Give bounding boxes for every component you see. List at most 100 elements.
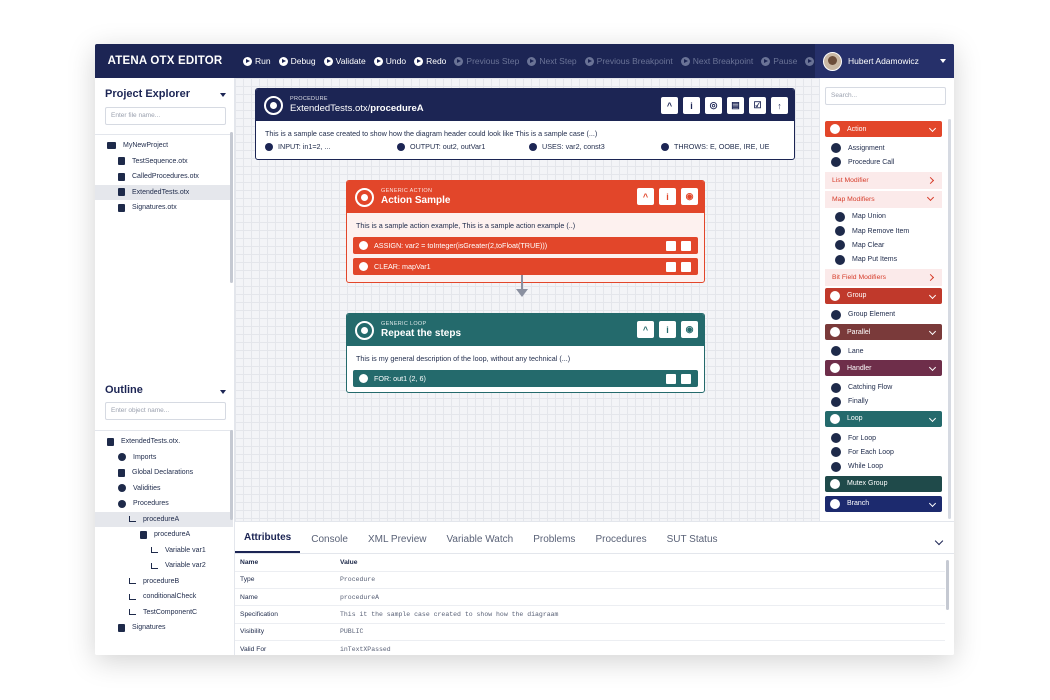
attribute-value[interactable]: inTextXPassed <box>335 640 945 655</box>
debug-button[interactable]: Debug <box>278 56 316 66</box>
tab-attributes[interactable]: Attributes <box>235 532 301 553</box>
tree-item[interactable]: conditionalCheck <box>95 589 233 605</box>
next-breakpoint-button[interactable]: Next Breakpoint <box>680 56 753 66</box>
toolbox-item[interactable]: For Loop <box>825 431 942 445</box>
chevron-down-icon[interactable] <box>220 93 226 97</box>
toolbox-section[interactable]: Map Modifiers <box>825 190 942 208</box>
toggle-button[interactable]: ◉ <box>681 188 698 205</box>
tree-item[interactable]: ExtendedTests.otx <box>95 184 233 200</box>
collapse-button[interactable]: ^ <box>637 321 654 338</box>
toolbox-item[interactable]: Group Element <box>825 308 942 322</box>
action-node[interactable]: GENERIC ACTION Action Sample ^ i ◉ This … <box>346 180 705 283</box>
info-button[interactable]: i <box>659 188 676 205</box>
tree-item[interactable]: MyNewProject <box>95 138 233 154</box>
tab-procedures[interactable]: Procedures <box>586 534 655 553</box>
toolbox-item[interactable]: Map Remove Item <box>825 224 942 238</box>
validate-button[interactable]: Validate <box>323 56 366 66</box>
tab-sut-status[interactable]: SUT Status <box>658 534 727 553</box>
toolbox-item[interactable]: Map Put Items <box>825 252 942 266</box>
toolbox-item[interactable]: Procedure Call <box>825 155 942 169</box>
category-group[interactable]: Group <box>825 287 942 304</box>
table-row[interactable]: Specification This it the sample case cre… <box>235 605 945 624</box>
chevron-down-icon[interactable] <box>934 536 944 546</box>
tree-item[interactable]: CalledProcedures.otx <box>95 169 233 185</box>
checkbox-button[interactable]: ☑ <box>749 97 766 114</box>
file-name-search-input[interactable]: Enter file name... <box>105 107 226 125</box>
attribute-value[interactable]: This it the sample case created to show … <box>335 605 945 624</box>
object-name-search-input[interactable]: Enter object name... <box>105 402 226 420</box>
toolbox-item[interactable]: Map Clear <box>825 238 942 252</box>
tree-item[interactable]: procedureA <box>95 511 233 527</box>
tab-xml-preview[interactable]: XML Preview <box>359 534 436 553</box>
tree-item[interactable]: Imports <box>95 450 233 466</box>
previous-step-button[interactable]: Previous Step <box>454 56 519 66</box>
tree-item[interactable]: TestSequence.otx <box>95 154 233 170</box>
clear-row[interactable]: CLEAR: mapVar1 <box>353 258 698 275</box>
info-button[interactable]: i <box>659 321 676 338</box>
for-row[interactable]: FOR: out1 (2, 6) <box>353 370 698 387</box>
toolbox-section[interactable]: Bit Field Modifiers <box>825 268 942 286</box>
edit-icon[interactable] <box>666 240 676 251</box>
watch-button[interactable]: ◎ <box>705 97 722 114</box>
arrow-up-button[interactable]: ↑ <box>771 97 788 114</box>
previous-breakpoint-button[interactable]: Previous Breakpoint <box>584 56 673 66</box>
tab-console[interactable]: Console <box>302 534 357 553</box>
toolbox-section[interactable]: List Modifier <box>825 171 942 189</box>
scrollbar[interactable] <box>948 119 951 519</box>
next-step-button[interactable]: Next Step <box>527 56 577 66</box>
toolbox-search-input[interactable]: Search... <box>825 87 946 105</box>
tree-item[interactable]: Signatures <box>95 620 233 636</box>
attribute-value[interactable]: Procedure <box>335 571 945 590</box>
search-icon[interactable] <box>681 373 691 384</box>
category-mutex-group[interactable]: Mutex Group <box>825 475 942 492</box>
tree-item[interactable]: TestComponentC <box>95 605 233 621</box>
toolbox-item[interactable]: Lane <box>825 344 942 358</box>
tree-item[interactable]: ExtendedTests.otx. <box>95 434 233 450</box>
edit-icon[interactable] <box>666 261 676 272</box>
category-parallel[interactable]: Parallel <box>825 324 942 341</box>
tree-item[interactable]: procedureB <box>95 574 233 590</box>
user-menu[interactable]: Hubert Adamowicz <box>815 44 954 78</box>
toolbox-item[interactable]: Catching Flow <box>825 380 942 394</box>
redo-button[interactable]: Redo <box>414 56 446 66</box>
tab-problems[interactable]: Problems <box>524 534 584 553</box>
diagram-canvas[interactable]: PROCEDURE ExtendedTests.otx/procedureA ^… <box>235 78 819 521</box>
chevron-down-icon[interactable] <box>220 390 226 394</box>
collapse-button[interactable]: ^ <box>637 188 654 205</box>
tree-item[interactable]: Variable var1 <box>95 543 233 559</box>
tree-item[interactable]: Procedures <box>95 496 233 512</box>
pause-button[interactable]: Pause <box>761 56 797 66</box>
tab-variable-watch[interactable]: Variable Watch <box>437 534 522 553</box>
collapse-icon[interactable] <box>666 373 676 384</box>
attribute-value[interactable]: PUBLIC <box>335 623 945 641</box>
scrollbar[interactable] <box>946 560 949 610</box>
procedure-header-card[interactable]: PROCEDURE ExtendedTests.otx/procedureA ^… <box>255 88 795 160</box>
tree-item[interactable]: Variable var2 <box>95 558 233 574</box>
toolbox-item[interactable]: For Each Loop <box>825 445 942 459</box>
toolbox-item[interactable]: Finally <box>825 395 942 409</box>
info-button[interactable]: i <box>683 97 700 114</box>
category-branch[interactable]: Branch <box>825 495 942 512</box>
run-button[interactable]: Run <box>243 56 271 66</box>
document-button[interactable]: ▤ <box>727 97 744 114</box>
table-row[interactable]: Type Procedure <box>235 571 945 590</box>
tree-item[interactable]: Validities <box>95 481 233 497</box>
loop-node[interactable]: GENERIC LOOP Repeat the steps ^ i ◉ This… <box>346 313 705 393</box>
assign-row[interactable]: ASSIGN: var2 = toInteger(isGreater(2,toF… <box>353 237 698 254</box>
table-row[interactable]: Valid For inTextXPassed <box>235 640 945 655</box>
scrollbar[interactable] <box>230 430 233 520</box>
toolbox-item[interactable]: Assignment <box>825 141 942 155</box>
undo-button[interactable]: Undo <box>373 56 406 66</box>
tree-item[interactable]: procedureA <box>95 527 233 543</box>
table-row[interactable]: Name procedureA <box>235 588 945 607</box>
table-row[interactable]: Visibility PUBLIC <box>235 623 945 641</box>
info-icon[interactable] <box>681 261 691 272</box>
collapse-button[interactable]: ^ <box>661 97 678 114</box>
toggle-button[interactable]: ◉ <box>681 321 698 338</box>
category-handler[interactable]: Handler <box>825 360 942 377</box>
scrollbar[interactable] <box>230 132 233 283</box>
tree-item[interactable]: Signatures.otx <box>95 200 233 216</box>
toolbox-item[interactable]: Map Union <box>825 210 942 224</box>
category-action[interactable]: Action <box>825 121 942 137</box>
info-icon[interactable] <box>681 240 691 251</box>
